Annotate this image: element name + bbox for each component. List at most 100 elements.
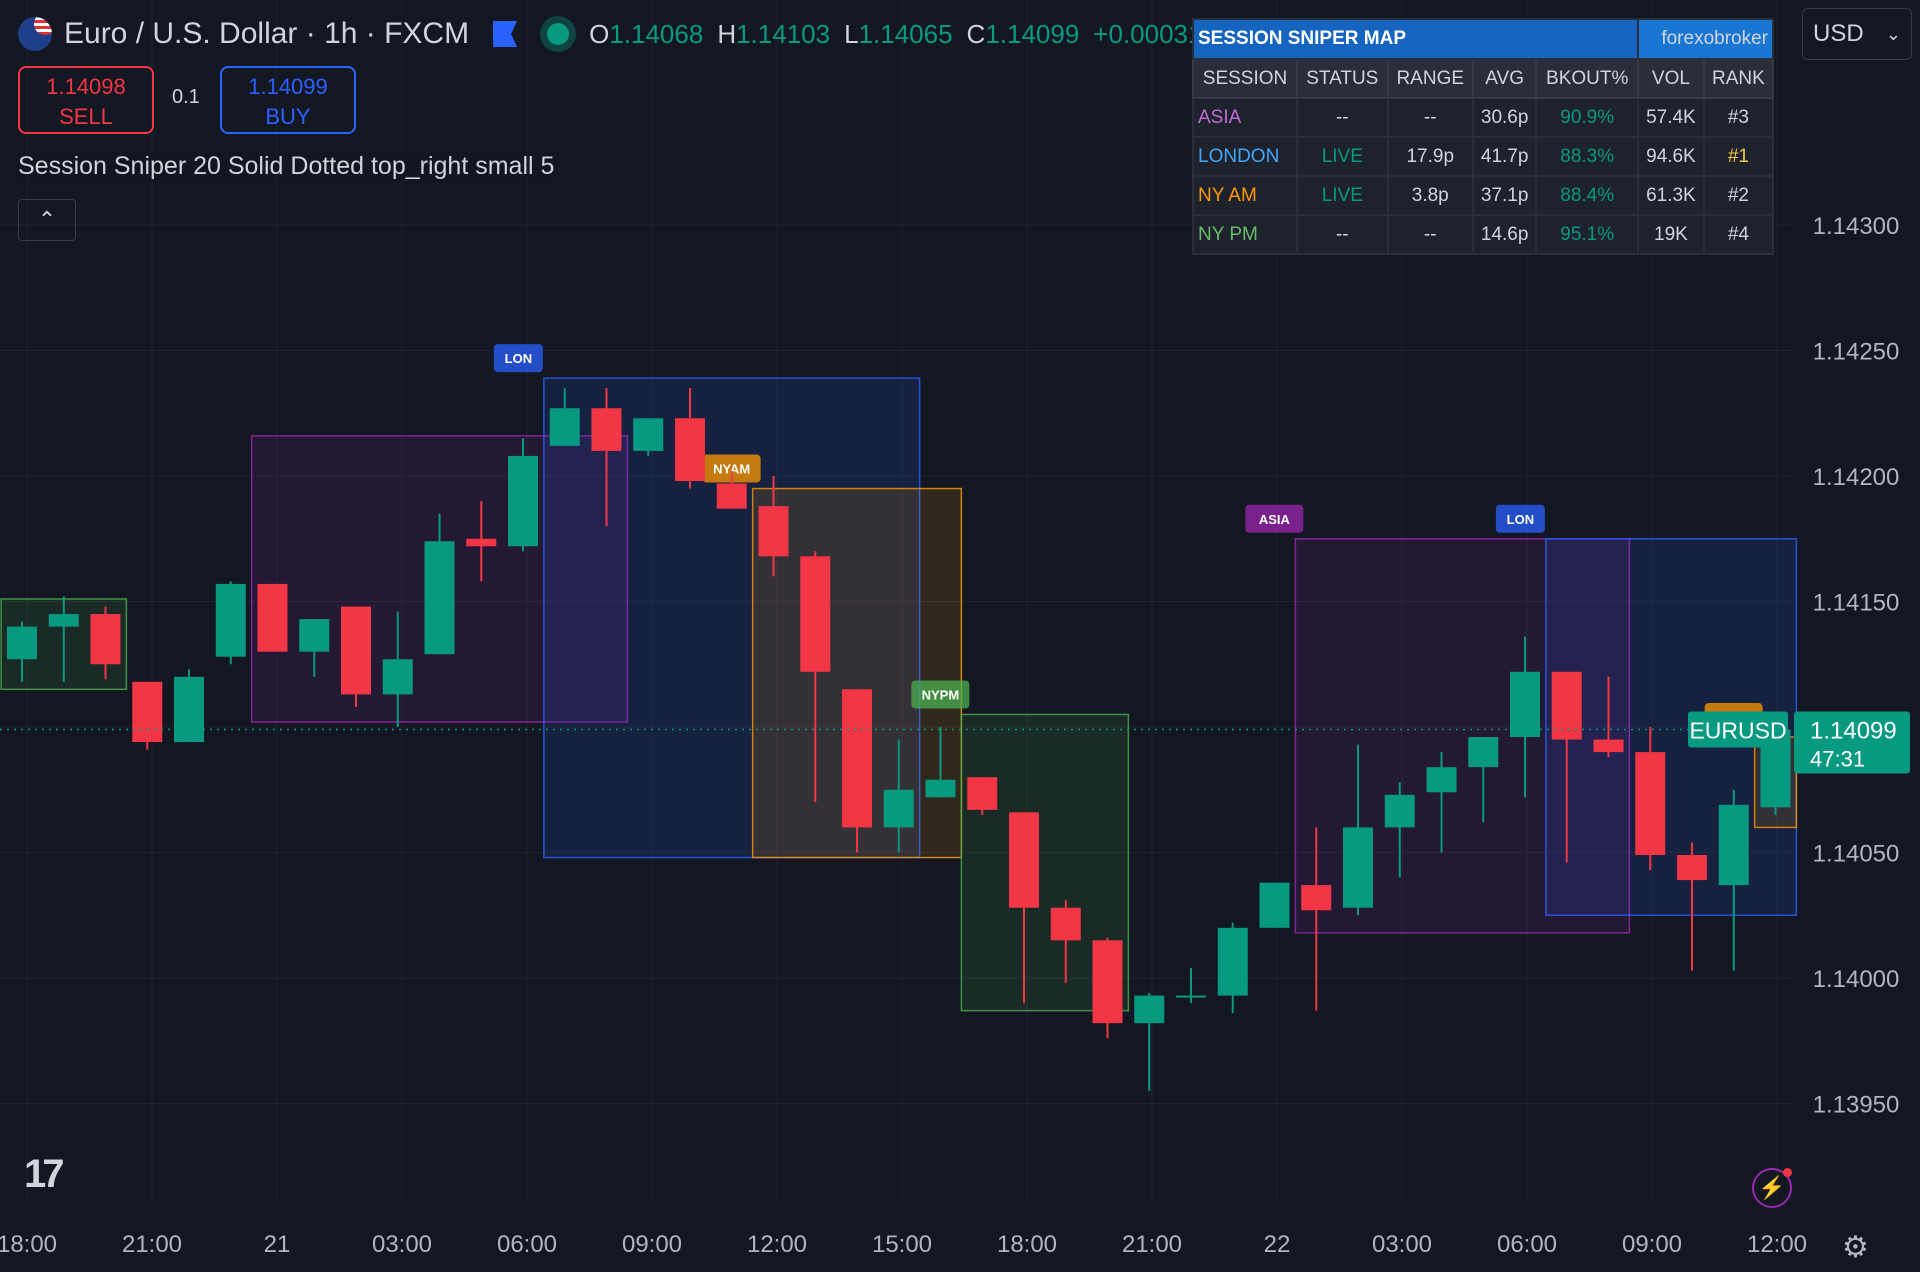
candle-body — [1677, 855, 1707, 881]
ohlc-close: C1.14099 — [966, 18, 1080, 49]
table-cell-vol: 61.3K — [1637, 175, 1705, 216]
buy-button[interactable]: 1.14099 BUY — [220, 66, 356, 134]
candle-body — [1301, 885, 1332, 911]
bookmark-flag-icon[interactable] — [493, 21, 518, 47]
column-header: AVG — [1471, 58, 1538, 99]
gear-icon[interactable]: ⚙ — [1842, 1230, 1869, 1265]
symbol-title[interactable]: Euro / U.S. Dollar · 1h · FXCM — [64, 17, 469, 51]
candle-body — [1259, 882, 1290, 928]
session-tag-london: LON — [1495, 504, 1545, 533]
table-title-row: SESSION SNIPER MAP forexobroker — [1191, 18, 1774, 60]
buy-label: BUY — [265, 104, 311, 129]
time-tick-label: 18:00 — [997, 1231, 1057, 1258]
table-cell-avg: 14.6p — [1471, 214, 1538, 255]
session-map-table: SESSION SNIPER MAP forexobroker SESSION S… — [1191, 18, 1775, 255]
column-header: VOL — [1637, 58, 1705, 99]
table-cell-range: 17.9p — [1386, 136, 1474, 177]
time-tick-label: 06:00 — [1497, 1231, 1557, 1258]
time-tick-label: 06:00 — [497, 1231, 557, 1258]
ohlc-high: H1.14103 — [717, 18, 831, 49]
time-tick-label: 09:00 — [622, 1231, 682, 1258]
candle-body — [1593, 739, 1624, 753]
time-tick-label: 15:00 — [872, 1231, 932, 1258]
candle-body — [215, 583, 246, 657]
candle-body — [382, 659, 413, 695]
candle-body — [7, 626, 37, 660]
last-price-label: 1.14099 — [1810, 718, 1897, 745]
time-tick-label: 22 — [1264, 1231, 1291, 1258]
candle-body — [508, 455, 538, 547]
currency-label: USD — [1813, 20, 1864, 47]
time-tick-label: 12:00 — [1747, 1231, 1807, 1258]
table-cell-range: -- — [1386, 214, 1474, 255]
eu-us-flag-icon[interactable] — [18, 17, 52, 51]
candle-body — [174, 676, 204, 743]
buy-price: 1.14099 — [248, 74, 328, 99]
table-cell-bkout: 88.4% — [1535, 175, 1640, 216]
table-cell-avg: 30.6p — [1471, 97, 1538, 138]
table-row: NY AM LIVE 3.8p 37.1p 88.4% 61.3K #2 — [1191, 175, 1775, 216]
lightning-icon[interactable]: ⚡ — [1752, 1168, 1792, 1208]
candle-body — [716, 483, 747, 509]
price-tick-label: 1.14300 — [1813, 213, 1900, 240]
candle-body — [48, 614, 79, 627]
time-tick-label: 09:00 — [1622, 1231, 1682, 1258]
price-axis: 1.143001.142501.142001.141501.141001.140… — [1813, 213, 1900, 1119]
column-header: SESSION — [1191, 58, 1299, 99]
table-cell-range: 3.8p — [1386, 175, 1474, 216]
candle-body — [1468, 737, 1499, 768]
table-row: NY PM -- -- 14.6p 95.1% 19K #4 — [1191, 214, 1775, 255]
candle-body — [1134, 995, 1165, 1024]
candle-body — [967, 777, 998, 810]
candle-body — [1009, 812, 1039, 908]
table-title: SESSION SNIPER MAP — [1191, 18, 1640, 60]
candle-body — [758, 506, 789, 557]
table-brand: forexobroker — [1637, 18, 1774, 60]
table-cell-rank: #4 — [1702, 214, 1775, 255]
time-tick-label: 21:00 — [1122, 1231, 1182, 1258]
candle-body — [341, 606, 371, 695]
session-tag-label: LON — [1507, 512, 1534, 527]
price-tick-label: 1.14050 — [1813, 841, 1900, 868]
table-cell-status: -- — [1296, 214, 1389, 255]
time-tick-label: 21 — [264, 1231, 291, 1258]
table-cell-rank: #3 — [1702, 97, 1775, 138]
session-tag-label: LON — [505, 351, 532, 366]
candle-body — [883, 789, 914, 828]
ohlc-low: L1.14065 — [844, 18, 953, 49]
session-tag-asia: ASIA — [1245, 504, 1304, 533]
chevron-up-icon[interactable]: ⌃ — [18, 199, 76, 241]
table-cell-vol: 57.4K — [1637, 97, 1705, 138]
price-tick-label: 1.14250 — [1813, 339, 1900, 366]
candle-body — [675, 418, 705, 482]
candle-body — [800, 556, 831, 672]
candle-body — [424, 541, 455, 655]
candle-body — [132, 681, 163, 743]
tradingview-logo[interactable]: 17 — [24, 1152, 64, 1197]
column-header: BKOUT% — [1535, 58, 1640, 99]
candle-body — [1426, 767, 1457, 793]
market-open-icon — [547, 23, 570, 45]
time-axis: 18:00 21:00 21 03:00 06:00 09:00 12:00 15:00 18:… — [0, 1231, 1807, 1258]
lot-size[interactable]: 0.1 — [172, 86, 200, 109]
sell-label: SELL — [59, 104, 113, 129]
table-cell-bkout: 90.9% — [1535, 97, 1640, 138]
table-cell-status: -- — [1296, 97, 1389, 138]
time-tick-label: 18:00 — [0, 1231, 57, 1258]
table-cell-vol: 19K — [1637, 214, 1705, 255]
candle-body — [549, 408, 580, 446]
indicator-legend[interactable]: Session Sniper 20 Solid Dotted top_right… — [18, 152, 555, 181]
session-tag-nypm: NYPM — [911, 680, 970, 709]
table-cell-rank: #1 — [1702, 136, 1775, 177]
candle-body — [257, 583, 288, 652]
candle-body — [1176, 995, 1206, 998]
sell-button[interactable]: 1.14098 SELL — [18, 66, 154, 134]
table-cell-session: NY AM — [1191, 175, 1299, 216]
candle-body — [633, 418, 664, 451]
table-cell-bkout: 95.1% — [1535, 214, 1640, 255]
table-cell-status: LIVE — [1296, 175, 1389, 216]
currency-select[interactable]: USD ⌄ — [1802, 8, 1912, 60]
column-header: STATUS — [1296, 58, 1389, 99]
symbol-header: Euro / U.S. Dollar · 1h · FXCM O1.14068 … — [18, 12, 1316, 56]
price-tick-label: 1.13950 — [1813, 1092, 1900, 1119]
